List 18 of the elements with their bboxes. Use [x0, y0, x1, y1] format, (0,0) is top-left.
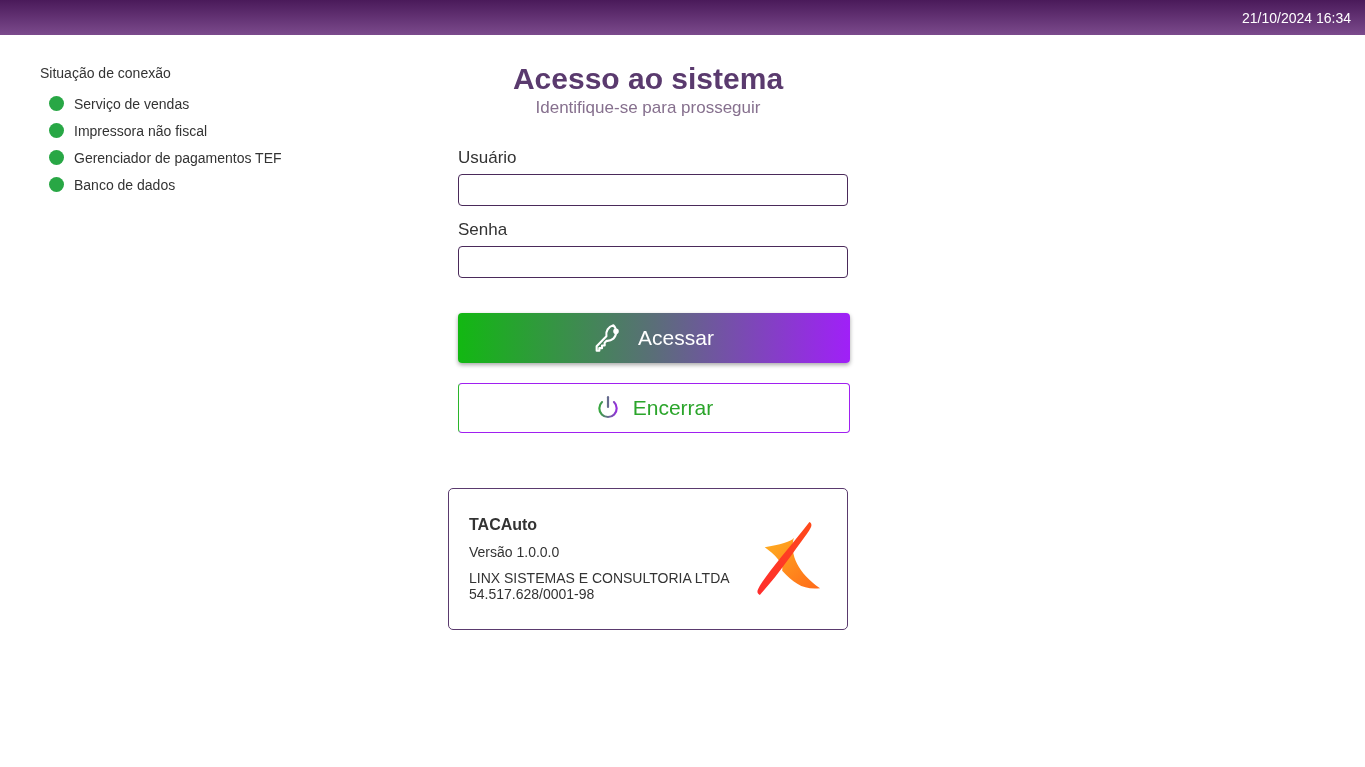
- product-name: TACAuto: [469, 516, 539, 534]
- status-heading: Situação de conexão: [40, 65, 172, 81]
- page-subtitle: Identifique-se para prosseguir: [535, 98, 761, 118]
- page-title: Acesso ao sistema: [512, 62, 784, 96]
- date-time: 21/10/2024 16:34: [1242, 9, 1351, 26]
- status-label: Banco de dados: [74, 176, 176, 193]
- status-label: Serviço de vendas: [74, 95, 190, 112]
- input-field[interactable]: [458, 246, 848, 278]
- field-label: Usuário: [458, 148, 518, 168]
- field-label: Senha: [458, 220, 509, 240]
- status-label: Gerenciador de pagamentos TEF: [74, 149, 282, 166]
- tax-id: 54.517.628/0001-98: [469, 586, 596, 602]
- input-field[interactable]: [458, 174, 848, 206]
- login-button[interactable]: Acessar: [458, 313, 850, 363]
- exit-button[interactable]: Encerrar: [458, 383, 850, 433]
- version-text: Versão 1.0.0.0: [469, 544, 561, 560]
- company-name: LINX SISTEMAS E CONSULTORIA LTDA: [469, 570, 730, 586]
- status-label: Impressora não fiscal: [74, 122, 208, 139]
